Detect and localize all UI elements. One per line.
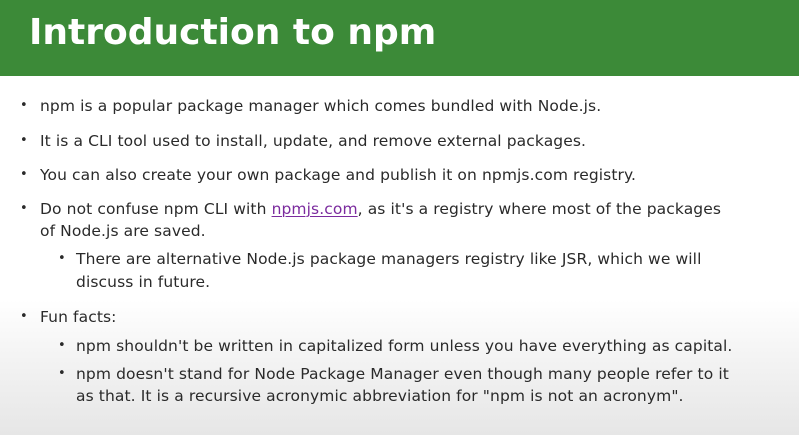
- sub-bullet-text: There are alternative Node.js package ma…: [76, 250, 702, 268]
- bullet-marker: •: [20, 133, 28, 148]
- sub-bullet-text-continuation: as that. It is a recursive acronymic abb…: [76, 387, 684, 405]
- bullet-text-continuation: of Node.js are saved.: [40, 222, 206, 240]
- bullet-list: • npm is a popular package manager which…: [0, 0, 799, 435]
- npmjs-link[interactable]: npmjs.com: [272, 200, 358, 218]
- bullet-text-start: Do not confuse npm CLI with: [40, 200, 272, 218]
- sub-bullet-marker: •: [58, 251, 66, 266]
- bullet-marker: •: [20, 167, 28, 182]
- sub-bullet-text: npm doesn't stand for Node Package Manag…: [76, 365, 729, 383]
- bullet-text: It is a CLI tool used to install, update…: [40, 132, 587, 150]
- bullet-marker: •: [20, 98, 28, 113]
- bullet-text: Do not confuse npm CLI with npmjs.com, a…: [40, 199, 721, 219]
- bullet-text: npm is a popular package manager which c…: [40, 97, 602, 115]
- sub-bullet-text-continuation: discuss in future.: [76, 273, 211, 291]
- sub-bullet-marker: •: [58, 366, 66, 381]
- bullet-marker: •: [20, 309, 28, 324]
- sub-bullet-text: npm shouldn't be written in capitalized …: [76, 337, 733, 355]
- bullet-text: Fun facts:: [40, 308, 117, 326]
- bullet-marker: •: [20, 201, 28, 216]
- bullet-text-end: , as it's a registry where most of the p…: [357, 200, 722, 218]
- sub-bullet-marker: •: [58, 338, 66, 353]
- slide: Introduction to npm • npm is a popular p…: [0, 0, 799, 435]
- bullet-text: You can also create your own package and…: [40, 166, 637, 184]
